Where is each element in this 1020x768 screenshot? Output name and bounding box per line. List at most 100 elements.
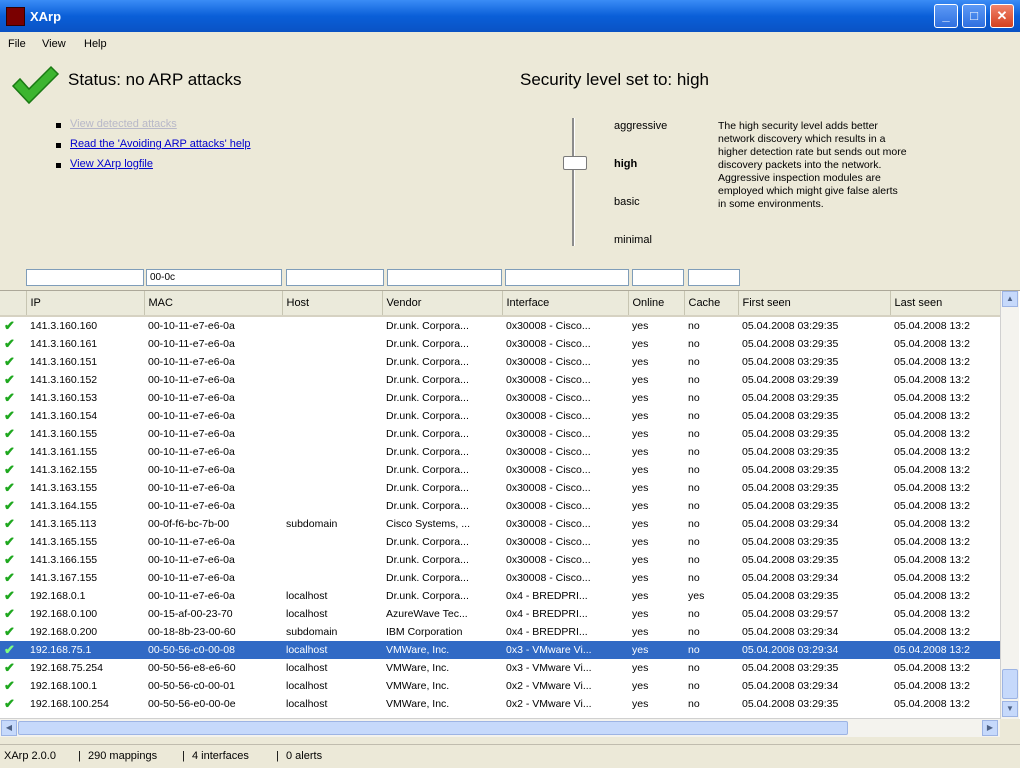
check-icon: ✔ [4, 354, 15, 369]
host-cell: localhost [286, 662, 328, 674]
scroll-left-button[interactable]: ◀ [1, 720, 17, 736]
interface-cell: 0x30008 - Cisco... [506, 392, 591, 404]
menu-file[interactable]: File [8, 38, 26, 50]
vertical-scrollbar[interactable]: ▲ ▼ [1000, 291, 1019, 719]
first-seen-cell: 05.04.2008 03:29:35 [742, 446, 839, 458]
table-row[interactable]: ✔ 141.3.165.155 00-10-11-e7-e6-0a Dr.unk. C… [0, 533, 1000, 551]
horizontal-scrollbar[interactable]: ◀ ▶ [0, 718, 1000, 737]
mac-cell: 00-10-11-e7-e6-0a [148, 500, 235, 512]
ip-cell: 141.3.165.113 [30, 518, 97, 530]
mac-cell: 00-10-11-e7-e6-0a [148, 590, 235, 602]
vertical-scroll-thumb[interactable] [1002, 669, 1018, 699]
filter-interface-input[interactable] [505, 269, 629, 286]
table-row[interactable]: ✔ 192.168.100.1 00-50-56-c0-00-01 localhost… [0, 677, 1000, 695]
filter-cache-input[interactable] [688, 269, 740, 286]
check-icon: ✔ [4, 606, 15, 621]
scroll-up-button[interactable]: ▲ [1002, 291, 1018, 307]
online-cell: yes [632, 356, 649, 368]
vendor-cell: Dr.unk. Corpora... [386, 482, 469, 494]
minimize-button[interactable]: _ [934, 4, 958, 28]
ip-cell: 192.168.0.1 [30, 590, 86, 602]
online-cell: yes [632, 392, 649, 404]
table-row[interactable]: ✔ 141.3.162.155 00-10-11-e7-e6-0a Dr.unk. C… [0, 461, 1000, 479]
status-cell: ✔ [0, 587, 26, 605]
column-header-vendor[interactable]: Vendor [382, 291, 503, 317]
table-row[interactable]: ✔ 141.3.160.161 00-10-11-e7-e6-0a Dr.unk. C… [0, 335, 1000, 353]
security-slider-thumb[interactable] [563, 156, 587, 170]
table-row[interactable]: ✔ 141.3.161.155 00-10-11-e7-e6-0a Dr.unk. C… [0, 443, 1000, 461]
cache-cell: no [688, 338, 700, 350]
status-cell: ✔ [0, 659, 26, 677]
column-header-interface[interactable]: Interface [502, 291, 629, 317]
column-header-ip[interactable]: IP [26, 291, 145, 317]
table-row[interactable]: ✔ 141.3.160.152 00-10-11-e7-e6-0a Dr.unk. C… [0, 371, 1000, 389]
vendor-cell: AzureWave Tec... [386, 608, 468, 620]
table-row[interactable]: ✔ 141.3.164.155 00-10-11-e7-e6-0a Dr.unk. C… [0, 497, 1000, 515]
filter-online-input[interactable] [632, 269, 684, 286]
column-header-status[interactable] [0, 291, 27, 317]
online-cell: yes [632, 680, 649, 692]
logfile-link[interactable]: View XArp logfile [70, 158, 153, 170]
maximize-button[interactable]: □ [962, 4, 986, 28]
status-cell: ✔ [0, 443, 26, 461]
cache-cell: no [688, 482, 700, 494]
horizontal-scroll-thumb[interactable] [18, 721, 848, 735]
check-icon: ✔ [4, 462, 15, 477]
check-icon: ✔ [4, 516, 15, 531]
column-header-mac[interactable]: MAC [144, 291, 283, 317]
table-row[interactable]: ✔ 141.3.160.153 00-10-11-e7-e6-0a Dr.unk. C… [0, 389, 1000, 407]
status-cell: ✔ [0, 623, 26, 641]
filter-host-input[interactable] [286, 269, 384, 286]
column-header-first-seen[interactable]: First seen [738, 291, 891, 317]
table-body: ✔ 141.3.160.160 00-10-11-e7-e6-0a Dr.unk. C… [0, 316, 1000, 713]
table-row[interactable]: ✔ 192.168.100.254 00-50-56-e0-00-0e localho… [0, 695, 1000, 713]
menu-view[interactable]: View [42, 38, 66, 50]
table-row[interactable]: ✔ 192.168.0.200 00-18-8b-23-00-60 subdomain… [0, 623, 1000, 641]
table-row[interactable]: ✔ 192.168.0.100 00-15-af-00-23-70 localhost… [0, 605, 1000, 623]
vendor-cell: Dr.unk. Corpora... [386, 338, 469, 350]
last-seen-cell: 05.04.2008 13:2 [894, 698, 970, 710]
filter-mac-input[interactable] [146, 269, 282, 286]
host-cell: subdomain [286, 518, 338, 530]
column-header-last-seen[interactable]: Last seen [890, 291, 1001, 317]
host-cell: localhost [286, 608, 328, 620]
column-header-cache[interactable]: Cache [684, 291, 739, 317]
filter-ip-input[interactable] [26, 269, 144, 286]
check-icon: ✔ [4, 696, 15, 711]
column-header-online[interactable]: Online [628, 291, 685, 317]
table-row[interactable]: ✔ 141.3.167.155 00-10-11-e7-e6-0a Dr.unk. C… [0, 569, 1000, 587]
first-seen-cell: 05.04.2008 03:29:35 [742, 698, 839, 710]
table-row[interactable]: ✔ 192.168.75.1 00-50-56-c0-00-08 localhost V… [0, 641, 1000, 659]
table-row[interactable]: ✔ 141.3.160.155 00-10-11-e7-e6-0a Dr.unk. C… [0, 425, 1000, 443]
last-seen-cell: 05.04.2008 13:2 [894, 356, 970, 368]
scroll-right-button[interactable]: ▶ [982, 720, 998, 736]
last-seen-cell: 05.04.2008 13:2 [894, 680, 970, 692]
column-header-host[interactable]: Host [282, 291, 383, 317]
filter-vendor-input[interactable] [387, 269, 502, 286]
table-row[interactable]: ✔ 141.3.160.160 00-10-11-e7-e6-0a Dr.unk. C… [0, 316, 1000, 335]
close-button[interactable]: ✕ [990, 4, 1014, 28]
table-row[interactable]: ✔ 141.3.163.155 00-10-11-e7-e6-0a Dr.unk. C… [0, 479, 1000, 497]
interface-cell: 0x4 - BREDPRI... [506, 590, 588, 602]
status-bar: XArp 2.0.0 | 290 mappings | 4 interfaces… [0, 744, 1020, 768]
last-seen-cell: 05.04.2008 13:2 [894, 536, 970, 548]
filter-bar [0, 266, 1020, 290]
status-cell: ✔ [0, 515, 26, 533]
table-row[interactable]: ✔ 141.3.166.155 00-10-11-e7-e6-0a Dr.unk. C… [0, 551, 1000, 569]
table-row[interactable]: ✔ 192.168.75.254 00-50-56-e8-e6-60 localhos… [0, 659, 1000, 677]
cache-cell: no [688, 374, 700, 386]
ip-cell: 141.3.161.155 [30, 446, 98, 458]
vendor-cell: Dr.unk. Corpora... [386, 554, 469, 566]
cache-cell: no [688, 356, 700, 368]
level-basic: basic [614, 196, 640, 208]
table-row[interactable]: ✔ 192.168.0.1 00-10-11-e7-e6-0a localhost Dr… [0, 587, 1000, 605]
table-row[interactable]: ✔ 141.3.165.113 00-0f-f6-bc-7b-00 subdomain… [0, 515, 1000, 533]
menu-help[interactable]: Help [84, 38, 107, 50]
table-row[interactable]: ✔ 141.3.160.151 00-10-11-e7-e6-0a Dr.unk. C… [0, 353, 1000, 371]
security-slider-track[interactable] [572, 118, 575, 246]
first-seen-cell: 05.04.2008 03:29:35 [742, 428, 839, 440]
last-seen-cell: 05.04.2008 13:2 [894, 464, 970, 476]
table-row[interactable]: ✔ 141.3.160.154 00-10-11-e7-e6-0a Dr.unk. C… [0, 407, 1000, 425]
help-link[interactable]: Read the 'Avoiding ARP attacks' help [70, 138, 251, 150]
scroll-down-button[interactable]: ▼ [1002, 701, 1018, 717]
